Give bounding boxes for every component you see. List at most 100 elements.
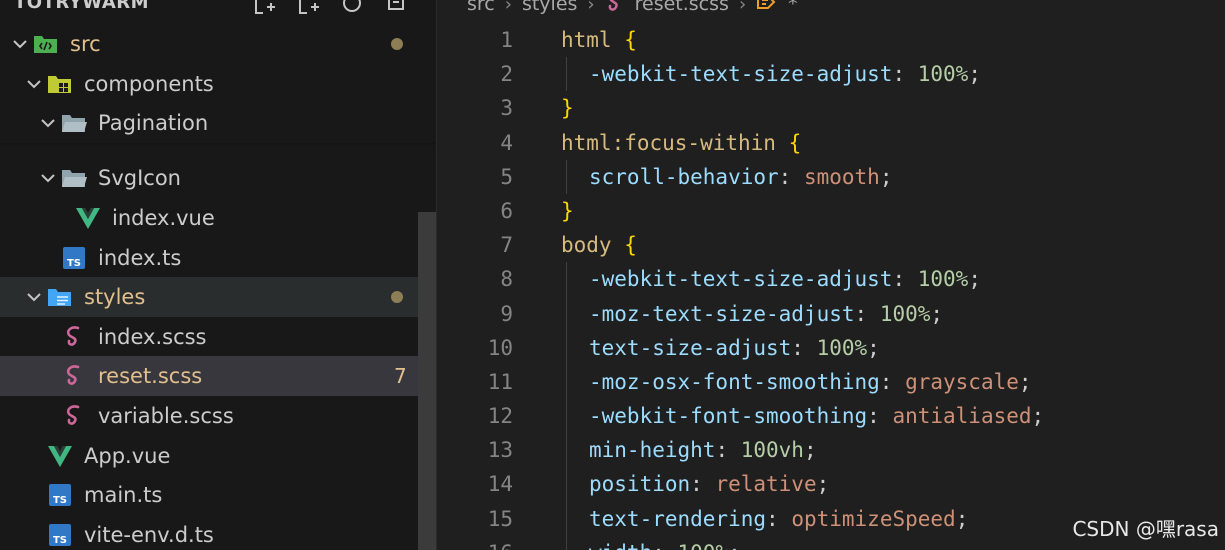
code-token: : <box>854 301 880 326</box>
tree-item-vite-env-d-ts[interactable]: TS vite-env.d.ts <box>0 515 436 550</box>
code-line[interactable]: 12 -webkit-font-smoothing: antialiased; <box>437 399 1225 434</box>
code-token: 100% <box>879 301 931 326</box>
tree-item-main-ts[interactable]: TS main.ts <box>0 475 436 515</box>
code-line[interactable]: 13 min-height: 100vh; <box>437 433 1225 468</box>
code-token: ; <box>879 164 893 189</box>
breadcrumb-item-src[interactable]: src <box>467 0 495 15</box>
code-text: -webkit-font-smoothing: antialiased; <box>589 399 1044 433</box>
code-token: text-size-adjust <box>589 335 792 360</box>
svg-text:TS: TS <box>67 258 81 269</box>
folder-open-icon <box>60 164 88 192</box>
code-token: : <box>879 369 906 394</box>
code-line[interactable]: 14 position: relative; <box>437 467 1225 502</box>
indent-guide <box>566 296 567 331</box>
code-line[interactable]: 6} <box>437 194 1225 228</box>
code-line[interactable]: 3} <box>437 91 1225 125</box>
tree-item-pagination[interactable]: Pagination <box>0 103 436 143</box>
code-token: ; <box>1031 404 1045 429</box>
code-token: width <box>589 541 652 550</box>
code-token: { <box>624 28 637 52</box>
code-token: { <box>788 130 802 155</box>
indent-guide <box>566 501 567 536</box>
line-number: 4 <box>500 130 513 155</box>
tree-item-label: styles <box>84 285 146 309</box>
line-number: 7 <box>500 233 513 258</box>
folder-open-icon <box>60 109 88 137</box>
code-token: html <box>561 28 612 52</box>
tree-item-variable-scss[interactable]: variable.scss <box>0 396 436 436</box>
chevron-down-icon[interactable] <box>22 285 46 309</box>
code-token: position <box>589 472 691 497</box>
indent-guide <box>566 364 567 400</box>
tree-item-styles[interactable]: styles <box>0 277 436 317</box>
folder-src-open-icon <box>32 30 60 58</box>
code-area[interactable]: 1 html {2 -webkit-text-size-adjust: 100%; 3… <box>437 23 1225 550</box>
tree-item-svgicon[interactable]: SvgIcon <box>0 158 436 198</box>
code-line[interactable]: 5 scroll-behavior: smooth; <box>437 159 1225 194</box>
tree-item-index-vue[interactable]: index.vue <box>0 198 436 238</box>
line-number: 16 <box>437 536 513 550</box>
code-token: grayscale <box>905 369 1019 394</box>
breadcrumb-item-file[interactable]: reset.scss <box>635 0 729 15</box>
sass-file-icon <box>605 0 625 18</box>
line-number: 11 <box>487 369 513 394</box>
code-token: 100% <box>917 267 969 292</box>
refresh-icon[interactable] <box>338 0 366 16</box>
tree-item-components[interactable]: components <box>0 64 436 104</box>
new-folder-icon[interactable] <box>294 0 322 16</box>
code-text: scroll-behavior: smooth; <box>589 160 892 194</box>
tree-item-app-vue[interactable]: App.vue <box>0 436 436 476</box>
code-line[interactable]: 2 -webkit-text-size-adjust: 100%; <box>437 57 1225 92</box>
new-file-icon[interactable] <box>250 0 278 16</box>
line-number: 13 <box>487 438 513 463</box>
line-number: 12 <box>487 404 513 429</box>
line-number: 3 <box>500 96 513 121</box>
line-number: 10 <box>487 335 513 360</box>
chevron-down-icon[interactable] <box>8 32 32 56</box>
folder-components-open-icon <box>46 70 74 98</box>
code-token: antialiased <box>892 404 1032 429</box>
tree-item-index-scss[interactable]: index.scss <box>0 317 436 357</box>
indent-guide <box>566 330 567 365</box>
code-text: html:focus-within { <box>561 126 801 160</box>
code-text: width: 100%; <box>589 536 741 550</box>
code-token: : <box>892 62 918 87</box>
code-line[interactable]: 9 -moz-text-size-adjust: 100%; <box>437 296 1225 331</box>
code-line[interactable]: 10 text-size-adjust: 100%; <box>437 330 1225 365</box>
chevron-down-icon[interactable] <box>36 166 60 190</box>
code-token: ; <box>728 541 741 550</box>
tree-item-label: main.ts <box>84 483 163 507</box>
code-line[interactable]: 11 -moz-osx-font-smoothing: grayscale; <box>437 364 1225 400</box>
tree-item-index-ts[interactable]: TS index.ts <box>0 238 436 278</box>
code-token: -moz-text-size-adjust <box>589 301 855 326</box>
code-token: : <box>690 472 716 497</box>
code-token: { <box>624 233 637 258</box>
line-number: 2 <box>500 62 513 87</box>
breadcrumb-symbol[interactable]: * <box>788 0 798 15</box>
tree-item-src[interactable]: src <box>0 24 436 64</box>
sidebar-scrollbar[interactable] <box>418 212 436 550</box>
breadcrumb-item-styles[interactable]: styles <box>522 0 577 15</box>
explorer-toolbar <box>250 0 410 16</box>
symbol-icon[interactable] <box>756 0 778 17</box>
code-token: html:focus-within <box>561 130 776 155</box>
code-token: : <box>766 506 792 531</box>
code-line[interactable]: 7 body { <box>437 228 1225 262</box>
code-token: : <box>652 541 677 550</box>
indent-guide <box>566 57 567 92</box>
code-line[interactable]: 1 html { <box>437 23 1225 57</box>
vue-file-icon <box>74 204 102 232</box>
code-token: text-rendering <box>589 506 767 531</box>
code-line[interactable]: 4 html:focus-within { <box>437 126 1225 160</box>
code-token: relative <box>715 472 817 497</box>
editor[interactable]: src › styles › reset.scss › * 1 html {2 -w… <box>437 0 1225 550</box>
code-text: -moz-text-size-adjust: 100%; <box>589 297 943 331</box>
chevron-down-icon[interactable] <box>36 111 60 135</box>
tree-item-reset-scss[interactable]: reset.scss 7 <box>0 356 436 396</box>
chevron-down-icon[interactable] <box>22 72 46 96</box>
sass-file-icon <box>60 362 88 390</box>
code-line[interactable]: 8 -webkit-text-size-adjust: 100%; <box>437 262 1225 297</box>
collapse-all-icon[interactable] <box>382 0 410 16</box>
indent-guide <box>566 159 567 194</box>
code-token: ; <box>816 472 830 497</box>
